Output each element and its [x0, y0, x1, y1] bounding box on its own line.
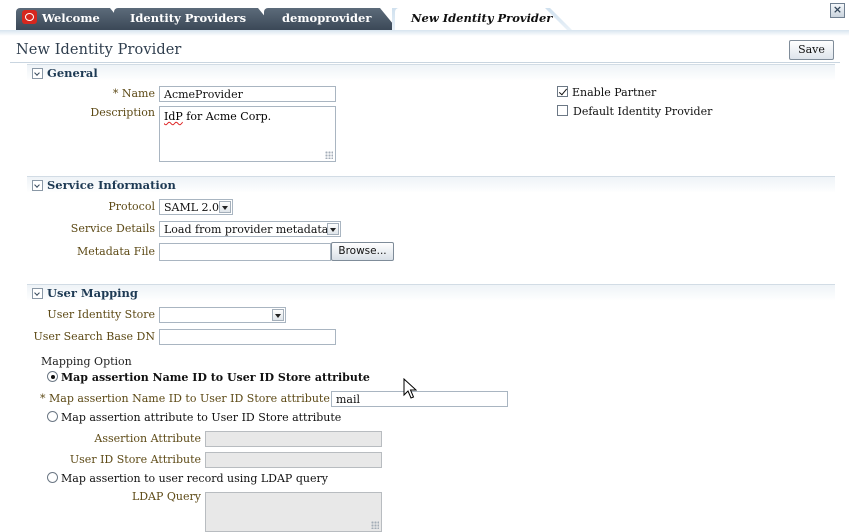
identity-store-select[interactable]: [159, 307, 286, 323]
mouse-pointer-icon: [403, 378, 417, 399]
chevron-down-icon[interactable]: [272, 309, 284, 321]
service-details-value: Load from provider metadata: [164, 223, 329, 236]
disclosure-triangle-icon[interactable]: [32, 180, 43, 191]
tab-bar: Welcome Identity Providers demoprovider …: [0, 0, 849, 30]
disclosure-triangle-icon[interactable]: [32, 68, 43, 79]
section-service-title: Service Information: [47, 178, 176, 192]
radio-map-attribute-label: Map assertion attribute to User ID Store…: [61, 411, 342, 424]
tab-new-identity-provider-label: New Identity Provider: [411, 11, 553, 25]
resize-grip-icon: [371, 521, 379, 529]
page-title: New Identity Provider: [16, 42, 182, 58]
section-user-mapping-header[interactable]: User Mapping: [27, 284, 835, 301]
assertion-attribute-label: Assertion Attribute: [94, 432, 201, 445]
tab-identity-providers-label: Identity Providers: [130, 11, 247, 25]
oracle-logo-icon: [22, 10, 37, 24]
protocol-value: SAML 2.0: [164, 201, 220, 214]
resize-grip-icon[interactable]: [325, 151, 333, 159]
radio-map-nameid-label: Map assertion Name ID to User ID Store a…: [61, 371, 370, 384]
browse-button[interactable]: Browse...: [331, 242, 394, 261]
radio-map-nameid[interactable]: [47, 371, 58, 382]
name-input[interactable]: AcmeProvider: [159, 86, 336, 102]
default-idp-label: Default Identity Provider: [573, 105, 713, 118]
disclosure-triangle-icon[interactable]: [32, 288, 43, 299]
tab-new-identity-provider[interactable]: New Identity Provider: [395, 8, 567, 30]
metadata-file-input[interactable]: [159, 243, 331, 261]
enable-partner-label: Enable Partner: [572, 86, 657, 99]
radio-map-attribute[interactable]: [47, 411, 58, 422]
section-general-title: General: [47, 66, 98, 80]
tab-demoprovider-label: demoprovider: [282, 11, 372, 25]
search-base-input[interactable]: [159, 329, 336, 345]
description-misspelled-word: IdP: [164, 110, 183, 123]
save-button[interactable]: Save: [789, 40, 834, 60]
store-attribute-input: [205, 452, 382, 468]
nameid-attribute-label: * Map assertion Name ID to User ID Store…: [40, 392, 330, 405]
identity-store-label: User Identity Store: [47, 308, 155, 321]
default-idp-checkbox[interactable]: [557, 105, 568, 116]
description-text: for Acme Corp.: [182, 110, 272, 123]
section-service-header[interactable]: Service Information: [27, 176, 835, 193]
close-icon[interactable]: ×: [830, 3, 845, 18]
tab-welcome-label: Welcome: [42, 11, 100, 25]
search-base-label: User Search Base DN: [33, 330, 155, 343]
tab-demoprovider[interactable]: demoprovider: [264, 8, 398, 30]
tab-identity-providers[interactable]: Identity Providers: [114, 8, 276, 30]
section-general-header[interactable]: General: [27, 64, 835, 81]
protocol-select[interactable]: SAML 2.0: [159, 199, 233, 215]
name-label: * Name: [112, 87, 155, 100]
tab-underline: [0, 30, 849, 36]
service-details-select[interactable]: Load from provider metadata: [159, 221, 341, 237]
ldap-query-textarea: [205, 492, 382, 532]
protocol-label: Protocol: [108, 200, 155, 213]
ldap-query-label: LDAP Query: [131, 490, 201, 503]
radio-map-ldap-label: Map assertion to user record using LDAP …: [61, 472, 328, 485]
description-label: Description: [90, 106, 155, 119]
chevron-down-icon[interactable]: [327, 223, 339, 235]
store-attribute-label: User ID Store Attribute: [69, 453, 201, 466]
nameid-attribute-input[interactable]: mail: [331, 391, 508, 407]
section-user-mapping-title: User Mapping: [47, 286, 138, 300]
service-details-label: Service Details: [70, 222, 155, 235]
mapping-option-label: Mapping Option: [41, 355, 132, 368]
assertion-attribute-input: [205, 431, 382, 447]
metadata-file-label: Metadata File: [76, 245, 155, 258]
title-divider: [10, 62, 840, 63]
enable-partner-checkbox[interactable]: [557, 86, 568, 97]
description-textarea[interactable]: IdP for Acme Corp.: [159, 106, 336, 162]
chevron-down-icon[interactable]: [219, 201, 231, 213]
radio-map-ldap[interactable]: [47, 472, 58, 483]
